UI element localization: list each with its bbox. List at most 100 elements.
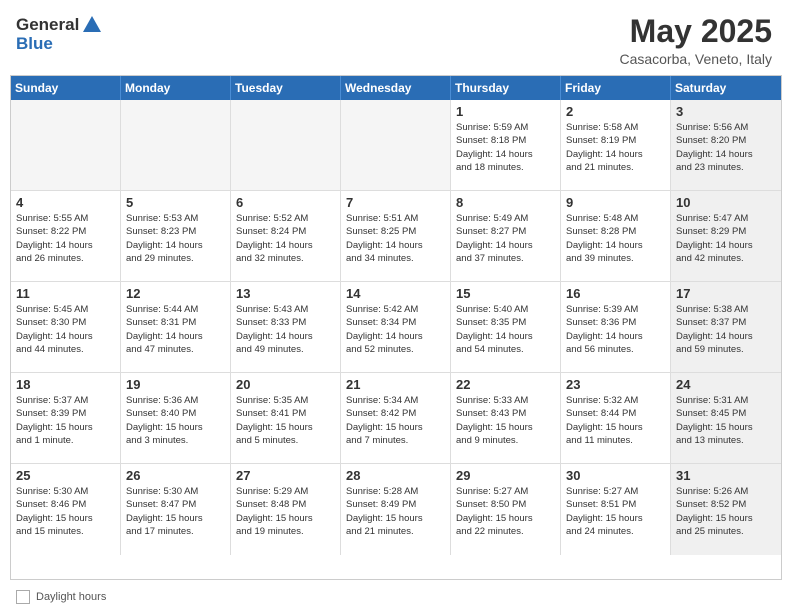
calendar-cell-5-6: 30 Sunrise: 5:27 AM Sunset: 8:51 PM Dayli… — [561, 464, 671, 555]
calendar-cell-5-7: 31 Sunrise: 5:26 AM Sunset: 8:52 PM Dayli… — [671, 464, 781, 555]
calendar-cell-1-6: 2 Sunrise: 5:58 AM Sunset: 8:19 PM Daylig… — [561, 100, 671, 190]
week-row-1: 1 Sunrise: 5:59 AM Sunset: 8:18 PM Daylig… — [11, 100, 781, 191]
day-header-wednesday: Wednesday — [341, 76, 451, 100]
legend-item-daylight: Daylight hours — [16, 590, 106, 604]
cell-info-4-7: Sunrise: 5:31 AM Sunset: 8:45 PM Dayligh… — [676, 394, 776, 447]
day-number-30: 30 — [566, 468, 665, 483]
day-number-25: 25 — [16, 468, 115, 483]
calendar-cell-1-2 — [121, 100, 231, 190]
cell-info-5-5: Sunrise: 5:27 AM Sunset: 8:50 PM Dayligh… — [456, 485, 555, 538]
calendar-cell-1-7: 3Sunrise: 5:56 AM Sunset: 8:20 PM Daylig… — [671, 100, 781, 190]
cell-info-5-3: Sunrise: 5:29 AM Sunset: 8:48 PM Dayligh… — [236, 485, 335, 538]
cell-info-2-6: Sunrise: 5:48 AM Sunset: 8:28 PM Dayligh… — [566, 212, 665, 265]
calendar-cell-3-3: 13Sunrise: 5:43 AM Sunset: 8:33 PM Dayli… — [231, 282, 341, 372]
logo: General Blue — [16, 14, 103, 54]
cell-info-1-6: Sunrise: 5:58 AM Sunset: 8:19 PM Dayligh… — [566, 121, 665, 174]
day-number-5: 5 — [126, 195, 225, 210]
day-number-7: 7 — [346, 195, 445, 210]
calendar-cell-1-4 — [341, 100, 451, 190]
cell-info-4-2: Sunrise: 5:36 AM Sunset: 8:40 PM Dayligh… — [126, 394, 225, 447]
cell-info-2-3: Sunrise: 5:52 AM Sunset: 8:24 PM Dayligh… — [236, 212, 335, 265]
day-number-22: 22 — [456, 377, 555, 392]
day-number-2: 2 — [566, 104, 665, 119]
calendar-cell-5-4: 28 Sunrise: 5:28 AM Sunset: 8:49 PM Dayli… — [341, 464, 451, 555]
calendar-cell-5-3: 27Sunrise: 5:29 AM Sunset: 8:48 PM Dayli… — [231, 464, 341, 555]
calendar-cell-2-7: 10Sunrise: 5:47 AM Sunset: 8:29 PM Dayli… — [671, 191, 781, 281]
cell-info-5-4: Sunrise: 5:28 AM Sunset: 8:49 PM Dayligh… — [346, 485, 445, 538]
cell-info-1-5: Sunrise: 5:59 AM Sunset: 8:18 PM Dayligh… — [456, 121, 555, 174]
cell-info-3-2: Sunrise: 5:44 AM Sunset: 8:31 PM Dayligh… — [126, 303, 225, 356]
day-number-31: 31 — [676, 468, 776, 483]
calendar-header: Sunday Monday Tuesday Wednesday Thursday… — [11, 76, 781, 100]
cell-info-5-7: Sunrise: 5:26 AM Sunset: 8:52 PM Dayligh… — [676, 485, 776, 538]
day-number-11: 11 — [16, 286, 115, 301]
calendar-cell-4-6: 23Sunrise: 5:32 AM Sunset: 8:44 PM Dayli… — [561, 373, 671, 463]
cell-info-3-3: Sunrise: 5:43 AM Sunset: 8:33 PM Dayligh… — [236, 303, 335, 356]
day-number-19: 19 — [126, 377, 225, 392]
cell-info-4-1: Sunrise: 5:37 AM Sunset: 8:39 PM Dayligh… — [16, 394, 115, 447]
legend-color-daylight — [16, 590, 30, 604]
calendar: Sunday Monday Tuesday Wednesday Thursday… — [10, 75, 782, 580]
day-number-16: 16 — [566, 286, 665, 301]
day-number-8: 8 — [456, 195, 555, 210]
day-number-15: 15 — [456, 286, 555, 301]
calendar-cell-3-4: 14 Sunrise: 5:42 AM Sunset: 8:34 PM Dayli… — [341, 282, 451, 372]
cell-info-2-4: Sunrise: 5:51 AM Sunset: 8:25 PM Dayligh… — [346, 212, 445, 265]
week-row-3: 11 Sunrise: 5:45 AM Sunset: 8:30 PM Dayli… — [11, 282, 781, 373]
header: General Blue May 2025 Casacorba, Veneto,… — [0, 0, 792, 75]
day-number-1: 1 — [456, 104, 555, 119]
cell-info-1-7: Sunrise: 5:56 AM Sunset: 8:20 PM Dayligh… — [676, 121, 776, 174]
logo-blue-text: Blue — [16, 34, 103, 54]
day-header-sunday: Sunday — [11, 76, 121, 100]
calendar-cell-5-1: 25Sunrise: 5:30 AM Sunset: 8:46 PM Dayli… — [11, 464, 121, 555]
day-header-tuesday: Tuesday — [231, 76, 341, 100]
calendar-cell-2-6: 9 Sunrise: 5:48 AM Sunset: 8:28 PM Daylig… — [561, 191, 671, 281]
day-number-4: 4 — [16, 195, 115, 210]
day-number-20: 20 — [236, 377, 335, 392]
day-number-17: 17 — [676, 286, 776, 301]
day-header-thursday: Thursday — [451, 76, 561, 100]
cell-info-5-2: Sunrise: 5:30 AM Sunset: 8:47 PM Dayligh… — [126, 485, 225, 538]
calendar-cell-4-4: 21Sunrise: 5:34 AM Sunset: 8:42 PM Dayli… — [341, 373, 451, 463]
month-year: May 2025 — [619, 14, 772, 49]
day-header-saturday: Saturday — [671, 76, 781, 100]
cell-info-2-1: Sunrise: 5:55 AM Sunset: 8:22 PM Dayligh… — [16, 212, 115, 265]
calendar-cell-5-2: 26 Sunrise: 5:30 AM Sunset: 8:47 PM Dayli… — [121, 464, 231, 555]
day-number-24: 24 — [676, 377, 776, 392]
cell-info-3-1: Sunrise: 5:45 AM Sunset: 8:30 PM Dayligh… — [16, 303, 115, 356]
cell-info-2-2: Sunrise: 5:53 AM Sunset: 8:23 PM Dayligh… — [126, 212, 225, 265]
week-row-2: 4 Sunrise: 5:55 AM Sunset: 8:22 PM Daylig… — [11, 191, 781, 282]
calendar-cell-3-6: 16 Sunrise: 5:39 AM Sunset: 8:36 PM Dayli… — [561, 282, 671, 372]
cell-info-2-5: Sunrise: 5:49 AM Sunset: 8:27 PM Dayligh… — [456, 212, 555, 265]
week-row-5: 25Sunrise: 5:30 AM Sunset: 8:46 PM Dayli… — [11, 464, 781, 555]
calendar-cell-4-1: 18Sunrise: 5:37 AM Sunset: 8:39 PM Dayli… — [11, 373, 121, 463]
day-number-26: 26 — [126, 468, 225, 483]
calendar-cell-4-5: 22Sunrise: 5:33 AM Sunset: 8:43 PM Dayli… — [451, 373, 561, 463]
calendar-cell-4-3: 20Sunrise: 5:35 AM Sunset: 8:41 PM Dayli… — [231, 373, 341, 463]
page: General Blue May 2025 Casacorba, Veneto,… — [0, 0, 792, 612]
cell-info-3-6: Sunrise: 5:39 AM Sunset: 8:36 PM Dayligh… — [566, 303, 665, 356]
day-header-monday: Monday — [121, 76, 231, 100]
cell-info-3-7: Sunrise: 5:38 AM Sunset: 8:37 PM Dayligh… — [676, 303, 776, 356]
day-number-9: 9 — [566, 195, 665, 210]
title-block: May 2025 Casacorba, Veneto, Italy — [619, 14, 772, 67]
calendar-cell-3-5: 15 Sunrise: 5:40 AM Sunset: 8:35 PM Dayli… — [451, 282, 561, 372]
calendar-cell-3-2: 12 Sunrise: 5:44 AM Sunset: 8:31 PM Dayli… — [121, 282, 231, 372]
calendar-cell-2-2: 5 Sunrise: 5:53 AM Sunset: 8:23 PM Daylig… — [121, 191, 231, 281]
day-number-28: 28 — [346, 468, 445, 483]
logo-general-text: General — [16, 15, 79, 35]
cell-info-3-5: Sunrise: 5:40 AM Sunset: 8:35 PM Dayligh… — [456, 303, 555, 356]
calendar-cell-2-3: 6Sunrise: 5:52 AM Sunset: 8:24 PM Daylig… — [231, 191, 341, 281]
legend-label-daylight: Daylight hours — [36, 591, 106, 603]
day-number-29: 29 — [456, 468, 555, 483]
calendar-cell-1-3 — [231, 100, 341, 190]
week-row-4: 18Sunrise: 5:37 AM Sunset: 8:39 PM Dayli… — [11, 373, 781, 464]
day-number-23: 23 — [566, 377, 665, 392]
day-number-12: 12 — [126, 286, 225, 301]
day-number-14: 14 — [346, 286, 445, 301]
cell-info-3-4: Sunrise: 5:42 AM Sunset: 8:34 PM Dayligh… — [346, 303, 445, 356]
cell-info-5-6: Sunrise: 5:27 AM Sunset: 8:51 PM Dayligh… — [566, 485, 665, 538]
calendar-body: 1 Sunrise: 5:59 AM Sunset: 8:18 PM Daylig… — [11, 100, 781, 555]
calendar-cell-3-7: 17 Sunrise: 5:38 AM Sunset: 8:37 PM Dayli… — [671, 282, 781, 372]
day-number-21: 21 — [346, 377, 445, 392]
